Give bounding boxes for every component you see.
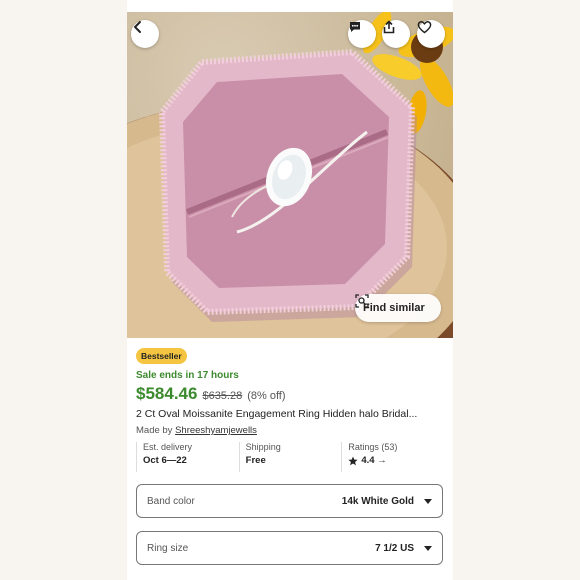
- shipping-value: Free: [245, 455, 266, 466]
- ring-size-select[interactable]: Ring size 7 1/2 US: [136, 531, 443, 565]
- bestseller-badge: Bestseller: [136, 348, 187, 364]
- band-color-label: Band color: [147, 495, 195, 507]
- band-color-select[interactable]: Band color 14k White Gold: [136, 484, 443, 518]
- message-icon: [350, 22, 360, 32]
- back-icon: [134, 21, 141, 33]
- product-image[interactable]: Find similar: [127, 12, 453, 338]
- original-price: $635.28: [202, 390, 243, 402]
- ratings-value: 4.4 →: [361, 455, 387, 466]
- delivery-label: Est. delivery: [143, 442, 193, 452]
- ratings-value-row[interactable]: 4.4 →: [348, 455, 444, 466]
- star-icon: [348, 456, 358, 465]
- share-icon: [383, 20, 395, 34]
- heart-icon: [417, 21, 432, 34]
- shipping-label: Shipping: [245, 442, 281, 452]
- back-button[interactable]: [131, 20, 159, 48]
- favorite-button[interactable]: [417, 20, 445, 48]
- camera-search-icon: [355, 294, 369, 308]
- find-similar-label: Find similar: [363, 302, 425, 314]
- made-by: Made by Shreeshyamjewells: [136, 425, 444, 436]
- listing-title[interactable]: 2 Ct Oval Moissanite Engagement Ring Hid…: [136, 408, 444, 420]
- right-backdrop: [453, 0, 580, 580]
- current-price: $584.46: [136, 384, 198, 403]
- product-photo-illustration: [127, 12, 453, 338]
- delivery-value: Oct 6—22: [143, 455, 187, 466]
- shop-link[interactable]: Shreeshyamjewells: [175, 425, 257, 436]
- message-button[interactable]: [348, 20, 376, 48]
- chevron-down-icon: [424, 545, 432, 551]
- made-by-prefix: Made by: [136, 425, 176, 436]
- ratings-fact[interactable]: Ratings (53) 4.4 →: [341, 442, 444, 472]
- ring-size-value: 7 1/2 US: [375, 542, 414, 554]
- share-button[interactable]: [382, 20, 410, 48]
- band-color-value: 14k White Gold: [341, 495, 414, 507]
- sale-countdown: Sale ends in 17 hours: [136, 370, 239, 381]
- delivery-fact: Est. delivery Oct 6—22: [136, 442, 239, 472]
- find-similar-button[interactable]: Find similar: [355, 294, 441, 322]
- left-backdrop: [0, 0, 127, 580]
- product-screen: Find similar Bestseller Sale ends in 17 …: [127, 0, 453, 580]
- ratings-label: Ratings (53): [348, 442, 398, 452]
- price-row: $584.46 $635.28 (8% off): [136, 384, 444, 404]
- chevron-down-icon: [424, 498, 432, 504]
- ring-size-label: Ring size: [147, 542, 189, 554]
- listing-details: Bestseller Sale ends in 17 hours $584.46…: [136, 346, 444, 565]
- discount-label: (8% off): [247, 390, 286, 402]
- shipping-fact: Shipping Free: [238, 442, 342, 472]
- listing-facts: Est. delivery Oct 6—22 Shipping Free Rat…: [136, 442, 444, 472]
